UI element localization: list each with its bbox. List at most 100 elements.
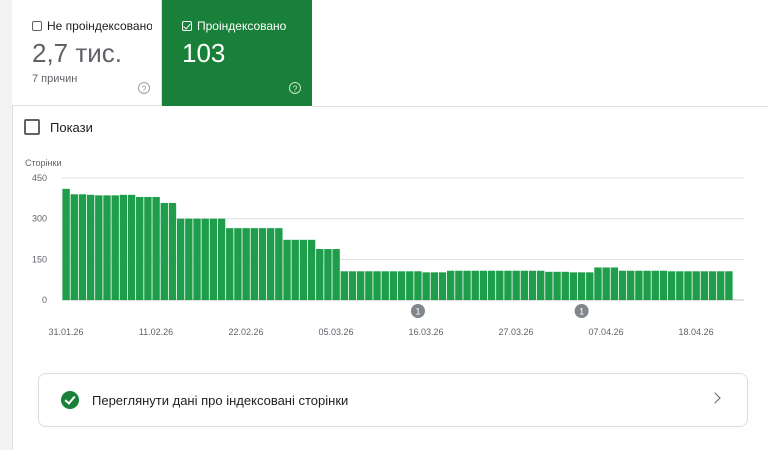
bar xyxy=(258,228,267,300)
bar xyxy=(438,272,447,300)
bar xyxy=(618,270,627,300)
x-tick-label: 11.02.26 xyxy=(139,327,173,337)
bar xyxy=(373,271,381,300)
bar xyxy=(471,270,479,300)
bar xyxy=(152,196,160,300)
bar xyxy=(553,271,561,300)
bar xyxy=(692,271,700,300)
x-tick-label: 22.02.26 xyxy=(229,327,264,337)
bar xyxy=(463,270,471,300)
bar xyxy=(111,195,119,300)
bar xyxy=(185,218,193,300)
bar xyxy=(700,271,709,300)
bar xyxy=(520,270,529,300)
bar xyxy=(103,195,111,300)
bar xyxy=(136,196,144,300)
bar xyxy=(684,271,692,300)
bar xyxy=(725,271,733,300)
bar xyxy=(455,270,463,300)
bar xyxy=(577,272,586,300)
view-indexed-pages-link[interactable]: Переглянути дані про індексовані сторінк… xyxy=(38,373,748,427)
bar xyxy=(356,271,365,300)
bar xyxy=(389,271,398,300)
bar xyxy=(569,272,578,300)
bar xyxy=(479,270,488,300)
bar xyxy=(209,218,218,300)
bar xyxy=(86,194,95,300)
bar xyxy=(487,270,496,300)
bar xyxy=(676,271,684,300)
bar xyxy=(586,272,594,300)
bar xyxy=(299,239,308,300)
bar xyxy=(316,249,324,300)
x-tick-label: 07.04.26 xyxy=(589,327,624,337)
bar xyxy=(340,271,349,300)
bar xyxy=(430,272,439,300)
bar xyxy=(545,271,553,300)
x-tick-label: 27.03.26 xyxy=(499,327,534,337)
bar xyxy=(651,270,659,300)
bar xyxy=(659,270,668,300)
bar xyxy=(365,271,373,300)
bar xyxy=(667,271,676,300)
bar xyxy=(250,228,258,300)
bar xyxy=(283,239,291,300)
bar xyxy=(234,228,242,300)
x-tick-label: 18.04.26 xyxy=(679,327,714,337)
bar xyxy=(217,218,226,300)
bar xyxy=(643,270,651,300)
bar xyxy=(275,228,283,300)
bar xyxy=(717,271,725,300)
y-tick-label: 450 xyxy=(32,173,47,183)
indexed-pages-chart: Сторінки 0 150 300 450 31.01.26 11.02.26 22.02.… xyxy=(25,158,744,337)
bar xyxy=(422,272,430,300)
bar xyxy=(266,228,275,300)
bar xyxy=(594,267,602,300)
annotation-label: 1 xyxy=(579,307,584,317)
bar xyxy=(307,239,316,300)
bar xyxy=(332,249,340,300)
y-tick-label: 150 xyxy=(32,254,47,264)
bar xyxy=(168,202,177,300)
x-tick-label: 31.01.26 xyxy=(48,327,83,337)
bar xyxy=(602,267,610,300)
x-tick-label: 05.03.26 xyxy=(319,327,354,337)
bar xyxy=(291,239,299,300)
check-circle-icon xyxy=(61,391,79,409)
y-tick-label: 300 xyxy=(32,214,47,224)
chevron-right-icon xyxy=(709,392,721,404)
bar xyxy=(176,218,185,300)
bar xyxy=(512,270,520,300)
bar xyxy=(193,218,201,300)
bar xyxy=(381,271,389,300)
bar xyxy=(504,270,512,300)
bar xyxy=(70,194,78,300)
bar xyxy=(708,271,717,300)
bar xyxy=(414,271,422,300)
bar xyxy=(201,218,209,300)
bar xyxy=(95,195,103,300)
bar xyxy=(528,270,537,300)
bar xyxy=(561,271,569,300)
bar xyxy=(397,271,406,300)
bar xyxy=(78,194,87,300)
y-axis-label: Сторінки xyxy=(25,158,61,168)
bar xyxy=(144,196,152,300)
view-indexed-pages-text: Переглянути дані про індексовані сторінк… xyxy=(92,393,349,408)
bar xyxy=(242,228,250,300)
bar xyxy=(62,188,70,300)
bar xyxy=(537,270,545,300)
bar xyxy=(160,202,168,300)
bar xyxy=(496,270,504,300)
bar xyxy=(324,249,332,300)
bar xyxy=(627,270,635,300)
bar xyxy=(127,194,136,300)
bar xyxy=(348,271,357,300)
bar xyxy=(610,267,619,300)
annotation-label: 1 xyxy=(415,307,420,317)
y-tick-label: 0 xyxy=(42,295,47,305)
bar xyxy=(119,194,128,300)
bar xyxy=(635,270,643,300)
bar xyxy=(446,270,455,300)
x-tick-label: 16.03.26 xyxy=(409,327,444,337)
